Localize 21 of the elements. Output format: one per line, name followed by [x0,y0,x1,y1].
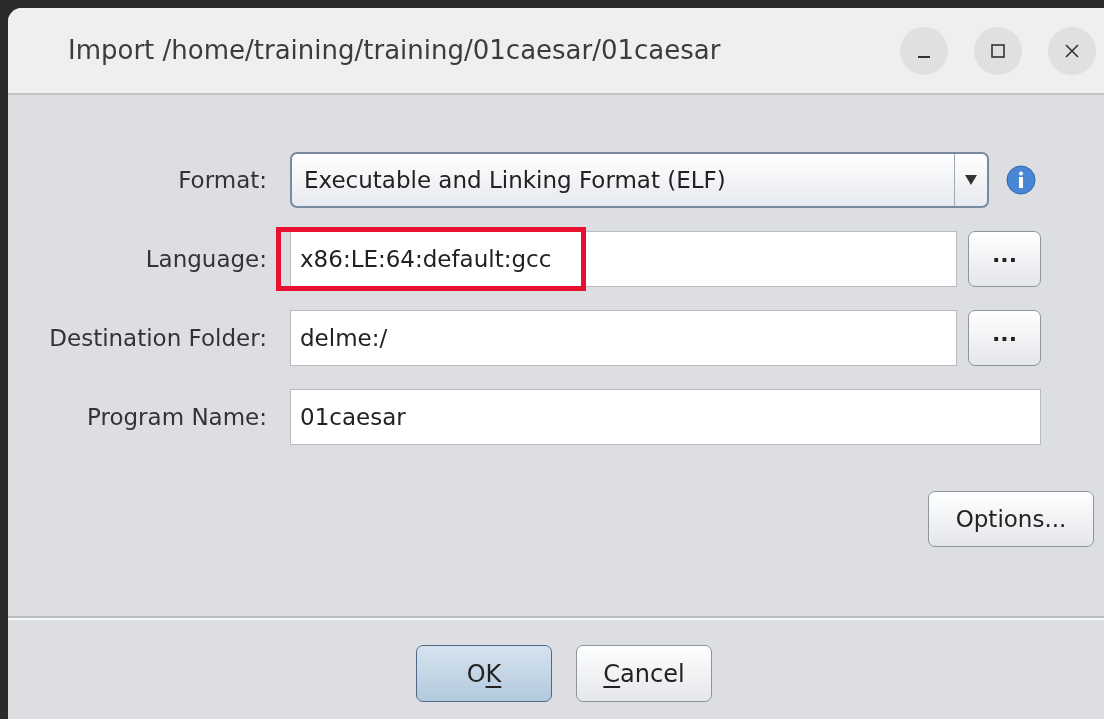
dialog-button[interactable]: Cancel [576,645,712,702]
format-dropdown[interactable]: Executable and Linking Format (ELF) [290,152,989,208]
maximize-button[interactable] [974,26,1022,75]
field-label: Destination Folder: [49,323,267,353]
dropdown-arrow-icon [965,175,977,185]
maximize-icon [990,42,1006,59]
dialog-button[interactable]: OK [416,645,552,702]
text-field[interactable]: delme:/ [290,310,957,366]
window-title: Import /home/training/training/01caesar/01caesar [68,34,722,67]
field-label: Format: [178,165,267,195]
browse-button[interactable]: ... [968,310,1041,366]
info-icon[interactable] [1006,165,1036,195]
field-label: Program Name: [87,402,267,432]
close-icon [1064,42,1080,59]
field-label: Language: [145,244,267,274]
close-button[interactable] [1048,26,1096,75]
text-field[interactable]: x86:LE:64:default:gcc [290,231,957,287]
options-button[interactable]: Options... [928,491,1094,547]
browse-button[interactable]: ... [968,231,1041,287]
text-field[interactable]: 01caesar [290,389,1041,445]
minimize-icon [918,55,930,58]
